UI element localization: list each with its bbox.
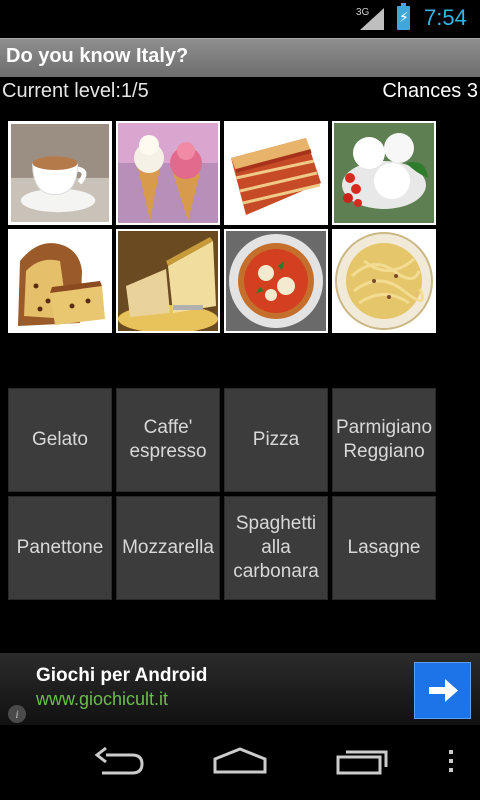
answer-label: Lasagne <box>347 537 421 558</box>
answer-button-mozzarella[interactable]: Mozzarella <box>116 496 220 600</box>
ad-url[interactable]: www.giochicult.it <box>36 689 168 710</box>
signal-icon <box>360 8 384 30</box>
ad-banner[interactable]: Giochi per Android www.giochicult.it i <box>0 653 480 725</box>
panettone-image[interactable] <box>8 229 112 333</box>
answer-label: Gelato <box>32 429 88 450</box>
espresso-cup-image[interactable] <box>8 121 112 225</box>
answer-button-lasagne[interactable]: Lasagne <box>332 496 436 600</box>
back-icon[interactable] <box>92 745 148 777</box>
answer-button-pizza[interactable]: Pizza <box>224 388 328 492</box>
pizza-icon <box>226 231 326 331</box>
ad-arrow-button[interactable] <box>414 662 471 719</box>
info-icon[interactable]: i <box>8 705 26 723</box>
gelato-cones-image[interactable] <box>116 121 220 225</box>
answer-label: Panettone <box>16 537 104 558</box>
answer-button-caffe-espresso[interactable]: Caffe' espresso <box>116 388 220 492</box>
overflow-menu-icon[interactable] <box>444 745 458 777</box>
spaghetti-icon <box>334 231 434 331</box>
parmigiano-icon <box>118 231 218 331</box>
espresso-cup-icon <box>11 124 109 222</box>
lasagne-icon <box>226 123 326 223</box>
answer-button-spaghetti-carbonara[interactable]: Spaghetti alla carbonara <box>224 496 328 600</box>
pizza-image[interactable] <box>224 229 328 333</box>
answer-label: Pizza <box>252 429 300 450</box>
battery-charging-icon: ⚡ <box>397 3 410 30</box>
recent-apps-icon[interactable] <box>334 745 390 777</box>
navigation-bar <box>0 725 480 800</box>
status-time: 7:54 <box>424 5 467 30</box>
answer-label: Parmigiano Reggiano <box>335 417 433 462</box>
app-title: Do you know Italy? <box>6 45 189 67</box>
spaghetti-carbonara-image[interactable] <box>332 229 436 333</box>
answer-button-panettone[interactable]: Panettone <box>8 496 112 600</box>
answer-button-parmigiano-reggiano[interactable]: Parmigiano Reggiano <box>332 388 436 492</box>
home-icon[interactable] <box>212 745 268 777</box>
answer-grid: Gelato Caffe' espresso Pizza Parmigiano … <box>8 388 440 600</box>
answer-button-gelato[interactable]: Gelato <box>8 388 112 492</box>
lasagne-image[interactable] <box>224 121 328 225</box>
ad-title: Giochi per Android <box>36 665 208 686</box>
chances-counter: Chances 3 <box>382 80 478 102</box>
answer-label: Caffe' espresso <box>129 417 207 462</box>
panettone-icon <box>10 231 110 331</box>
parmigiano-image[interactable] <box>116 229 220 333</box>
answer-label: Spaghetti alla carbonara <box>233 513 319 582</box>
answer-label: Mozzarella <box>122 537 214 558</box>
mozzarella-image[interactable] <box>332 121 436 225</box>
arrow-right-icon <box>429 679 458 702</box>
mozzarella-icon <box>334 123 434 223</box>
current-level: Current level:1/5 <box>2 80 149 102</box>
status-bar: 3G ⚡ 7:54 <box>0 0 480 38</box>
title-bar: Do you know Italy? <box>0 38 480 77</box>
gelato-icon <box>118 123 218 223</box>
